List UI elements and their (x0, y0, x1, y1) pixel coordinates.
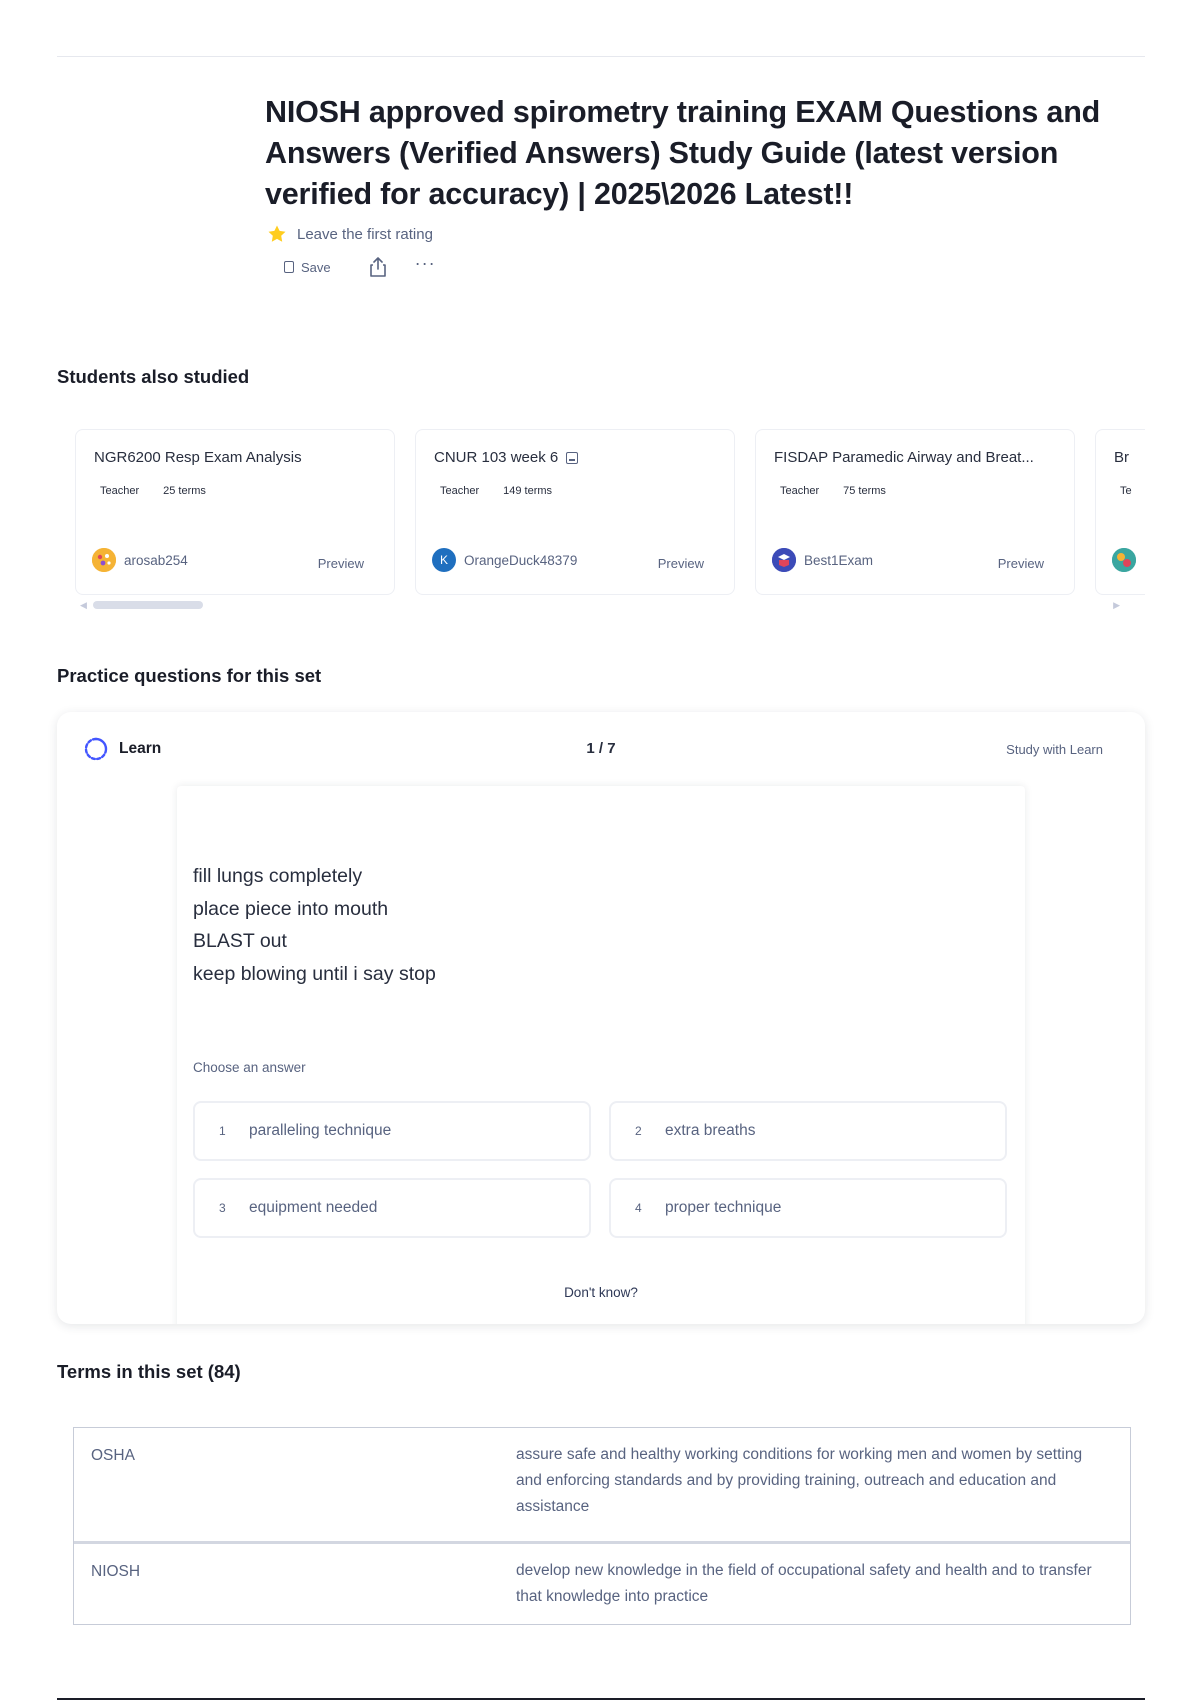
card-title: Br (1114, 449, 1129, 466)
related-set-card[interactable]: NGR6200 Resp Exam Analysis Teacher 25 te… (75, 429, 395, 595)
scroll-left-icon[interactable]: ◀ (80, 600, 87, 611)
clip-icon (566, 451, 579, 464)
answer-number: 4 (635, 1201, 642, 1215)
related-set-card[interactable]: CNUR 103 week 6 Teacher 149 terms K Oran… (415, 429, 735, 595)
card-footer: Best1Exam Preview (772, 548, 1044, 572)
answer-number: 1 (219, 1124, 226, 1138)
share-icon[interactable] (367, 256, 389, 278)
related-sets-carousel: NGR6200 Resp Exam Analysis Teacher 25 te… (57, 425, 1145, 600)
bookmark-icon (284, 261, 294, 273)
preview-button[interactable]: Preview (658, 556, 704, 571)
card-user: Best1Exam (772, 548, 873, 572)
card-meta: Teacher 149 terms (434, 485, 716, 497)
card-title: CNUR 103 week 6 (434, 449, 716, 466)
avatar-book-icon (772, 548, 796, 572)
card-meta: Te (1114, 485, 1145, 497)
question-line: keep blowing until i say stop (193, 962, 436, 985)
star-icon (268, 225, 286, 242)
related-set-card[interactable]: Br Te (1095, 429, 1145, 595)
card-term-count: 149 terms (503, 485, 553, 497)
avatar (1112, 548, 1136, 572)
card-term-count: 25 terms (163, 485, 206, 497)
term-definition: assure safe and healthy working conditio… (516, 1446, 1083, 1515)
answer-option[interactable]: 1 paralleling technique (193, 1101, 591, 1161)
card-term-count: 75 terms (843, 485, 886, 497)
answer-option[interactable]: 2 extra breaths (609, 1101, 1007, 1161)
answer-option[interactable]: 4 proper technique (609, 1178, 1007, 1238)
top-divider (57, 56, 1145, 57)
learn-panel: Learn 1 / 7 Study with Learn fill lungs … (57, 712, 1145, 1324)
question-prompt: fill lungs completely place piece into m… (193, 860, 436, 990)
study-with-learn-link[interactable]: Study with Learn (1006, 742, 1103, 757)
scrollbar-thumb[interactable] (93, 601, 203, 609)
avatar-art-icon (92, 548, 116, 572)
answer-option[interactable]: 3 equipment needed (193, 1178, 591, 1238)
card-role: Teacher (100, 485, 140, 497)
preview-button[interactable]: Preview (998, 556, 1044, 571)
more-icon[interactable]: ··· (415, 254, 436, 276)
card-meta: Teacher 75 terms (774, 485, 1056, 497)
card-user (1112, 548, 1136, 572)
card-title: FISDAP Paramedic Airway and Breat... (774, 449, 1034, 466)
answer-number: 3 (219, 1201, 226, 1215)
card-footer (1112, 548, 1145, 572)
avatar: K (432, 548, 456, 572)
question-line: place piece into mouth (193, 897, 389, 920)
avatar (92, 548, 116, 572)
card-footer: arosab254 Preview (92, 548, 364, 572)
card-username: OrangeDuck48379 (464, 552, 578, 568)
answer-text: paralleling technique (249, 1122, 392, 1139)
answer-text: equipment needed (249, 1199, 378, 1216)
question-card: fill lungs completely place piece into m… (177, 786, 1025, 1324)
set-actions: Save ··· (284, 254, 436, 278)
card-username: arosab254 (124, 552, 188, 568)
card-role: Teacher (780, 485, 820, 497)
question-line: BLAST out (193, 930, 287, 952)
students-also-studied-heading: Students also studied (57, 366, 250, 387)
term-row: OSHA assure safe and healthy working con… (74, 1428, 1130, 1541)
card-user: arosab254 (92, 548, 188, 572)
dont-know-button[interactable]: Don't know? (177, 1285, 1025, 1300)
rating-prompt[interactable]: Leave the first rating (297, 226, 433, 243)
save-button[interactable]: Save (284, 260, 331, 275)
question-progress: 1 / 7 (586, 740, 616, 757)
preview-button[interactable]: Preview (318, 556, 364, 571)
avatar (772, 548, 796, 572)
term-row: NIOSH develop new knowledge in the field… (74, 1541, 1130, 1624)
card-meta: Teacher 25 terms (94, 485, 376, 497)
page-title: NIOSH approved spirometry training EXAM … (265, 95, 1101, 211)
card-username: Best1Exam (804, 552, 874, 568)
term-word: OSHA (91, 1447, 135, 1464)
carousel-scrollbar[interactable]: ◀ ▶ (80, 600, 1120, 611)
save-label: Save (301, 259, 331, 275)
terms-heading: Terms in this set (84) (57, 1361, 241, 1382)
terms-table: OSHA assure safe and healthy working con… (73, 1427, 1131, 1625)
scroll-right-icon[interactable]: ▶ (1113, 600, 1120, 611)
term-word: NIOSH (91, 1563, 141, 1580)
avatar-globe-icon (1112, 548, 1136, 572)
choose-answer-label: Choose an answer (193, 1060, 306, 1075)
card-role: Te (1120, 485, 1132, 497)
term-definition: develop new knowledge in the field of oc… (516, 1562, 1092, 1605)
answer-number: 2 (635, 1124, 642, 1138)
related-set-card[interactable]: FISDAP Paramedic Airway and Breat... Tea… (755, 429, 1075, 595)
card-title: NGR6200 Resp Exam Analysis (94, 449, 302, 466)
card-user: K OrangeDuck48379 (432, 548, 577, 572)
answer-text: proper technique (665, 1199, 782, 1216)
practice-heading: Practice questions for this set (57, 665, 322, 686)
question-line: fill lungs completely (193, 865, 363, 887)
card-footer: K OrangeDuck48379 Preview (432, 548, 704, 572)
answer-text: extra breaths (665, 1122, 756, 1139)
card-role: Teacher (440, 485, 480, 497)
answer-options: 1 paralleling technique 2 extra breaths … (193, 1101, 1009, 1238)
rating-row[interactable]: Leave the first rating (267, 224, 433, 244)
